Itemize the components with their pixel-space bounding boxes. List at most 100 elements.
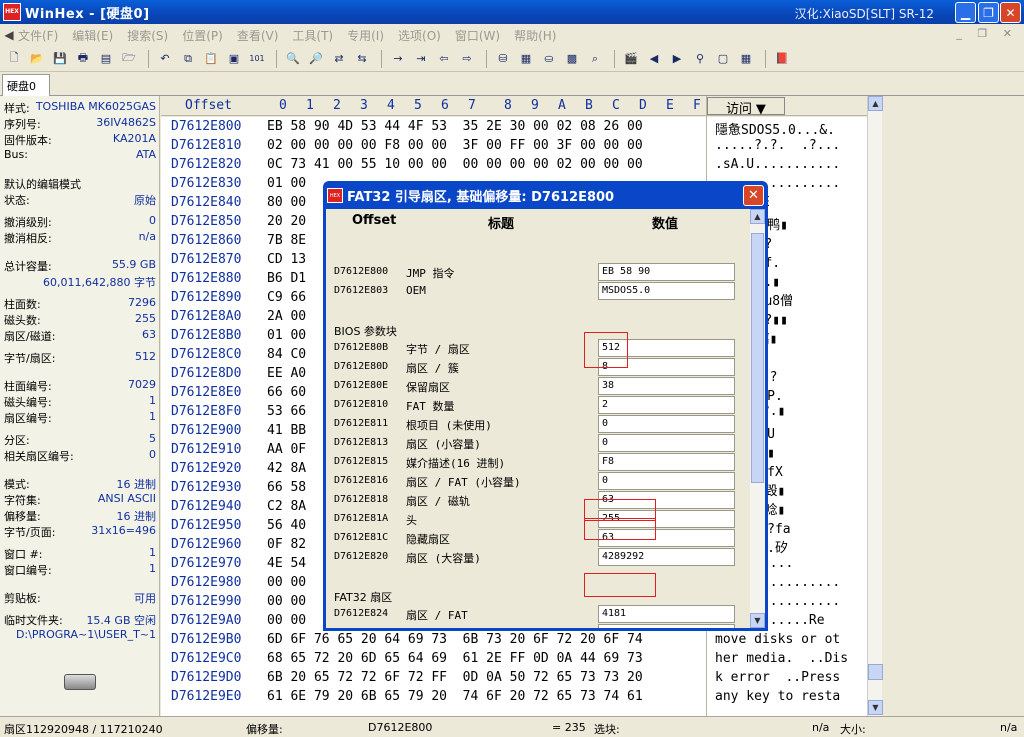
binary-icon[interactable]: 101 bbox=[247, 49, 267, 69]
field-value[interactable]: MSDOS5.0 bbox=[598, 282, 735, 300]
row-hex[interactable]: 61 6E 79 20 6B 65 79 20 74 6F 20 72 65 7… bbox=[267, 689, 643, 704]
hex-row[interactable]: D7612E9E0 61 6E 79 20 6B 65 79 20 74 6F 2… bbox=[161, 689, 867, 708]
row-hex[interactable]: 00 00 bbox=[267, 613, 306, 628]
back-icon[interactable]: ⇦ bbox=[434, 49, 454, 69]
row-hex[interactable]: 01 00 bbox=[267, 176, 306, 191]
row-hex[interactable]: 01 00 bbox=[267, 328, 306, 343]
row-hex[interactable]: 80 00 bbox=[267, 195, 306, 210]
field-value[interactable]: 2 bbox=[598, 396, 735, 414]
row-hex[interactable]: 84 C0 bbox=[267, 347, 306, 362]
menu-help[interactable]: 帮助(H) bbox=[514, 27, 556, 44]
field-value[interactable]: 0 bbox=[598, 415, 735, 433]
field-value[interactable]: EB 58 90 bbox=[598, 263, 735, 281]
mdi-controls[interactable]: _ ❐ ✕ bbox=[956, 27, 1018, 40]
row-hex[interactable]: 66 60 bbox=[267, 385, 306, 400]
menu-view[interactable]: 查看(V) bbox=[237, 27, 279, 44]
menu-tools[interactable]: 工具(T) bbox=[292, 27, 333, 44]
restore-button[interactable]: ❐ bbox=[978, 2, 999, 23]
winhex-app-icon[interactable]: HEX bbox=[3, 3, 21, 21]
undo-icon[interactable]: ↶ bbox=[155, 49, 175, 69]
field-value[interactable]: 0 bbox=[598, 472, 735, 490]
open-file-icon[interactable]: 📂 bbox=[27, 49, 47, 69]
row-text[interactable]: her media. ..Dis bbox=[715, 651, 848, 666]
vertical-scrollbar[interactable]: ▲ ▼ bbox=[867, 96, 883, 716]
menu-window[interactable]: 窗口(W) bbox=[455, 27, 500, 44]
row-hex[interactable]: 56 40 bbox=[267, 518, 306, 533]
row-hex[interactable]: 6D 6F 76 65 20 64 69 73 6B 73 20 6F 72 2… bbox=[267, 632, 643, 647]
menu-search[interactable]: 搜索(S) bbox=[127, 27, 168, 44]
print-icon[interactable]: 🖶 bbox=[73, 49, 93, 69]
row-text[interactable]: .....?.?. .?... bbox=[715, 138, 840, 153]
scroll-thumb[interactable] bbox=[868, 664, 883, 680]
dialog-close-button[interactable]: ✕ bbox=[743, 185, 764, 206]
scroll-up-button[interactable]: ▲ bbox=[868, 96, 883, 111]
row-hex[interactable]: B6 D1 bbox=[267, 271, 306, 286]
help-book-icon[interactable]: 📕 bbox=[772, 49, 792, 69]
media-icon[interactable]: 🎬 bbox=[621, 49, 641, 69]
menu-position[interactable]: 位置(P) bbox=[182, 27, 223, 44]
row-hex[interactable]: CD 13 bbox=[267, 252, 306, 267]
properties-icon[interactable]: ▤ bbox=[96, 49, 116, 69]
field-value[interactable]: 0 bbox=[598, 434, 735, 452]
next-icon[interactable]: ▶ bbox=[667, 49, 687, 69]
scroll-down-button[interactable]: ▼ bbox=[868, 700, 883, 715]
row-hex[interactable]: C2 8A bbox=[267, 499, 306, 514]
forward-icon[interactable]: ⇨ bbox=[457, 49, 477, 69]
menu-edit[interactable]: 编辑(E) bbox=[72, 27, 113, 44]
row-hex[interactable]: 6B 20 65 72 72 6F 72 FF 0D 0A 50 72 65 7… bbox=[267, 670, 643, 685]
paste-icon[interactable]: 📋 bbox=[201, 49, 221, 69]
field-value[interactable]: 4181 bbox=[598, 605, 735, 623]
tab-disk0[interactable]: 硬盘0 bbox=[2, 74, 50, 96]
binoculars-icon[interactable]: ⚲ bbox=[690, 49, 710, 69]
row-text[interactable]: k error ..Press bbox=[715, 670, 840, 685]
row-hex[interactable]: AA 0F bbox=[267, 442, 306, 457]
menu-options[interactable]: 选项(O) bbox=[398, 27, 441, 44]
row-text[interactable]: move disks or ot bbox=[715, 632, 840, 647]
paste-zero-icon[interactable]: ▣ bbox=[224, 49, 244, 69]
row-hex[interactable]: 02 00 00 00 00 F8 00 00 3F 00 FF 00 3F 0… bbox=[267, 138, 643, 153]
row-text[interactable]: any key to resta bbox=[715, 689, 840, 704]
row-hex[interactable]: 00 00 bbox=[267, 575, 306, 590]
field-value[interactable]: F8 bbox=[598, 453, 735, 471]
mdi-doc-icon[interactable]: ◀ bbox=[0, 28, 18, 42]
access-dropdown[interactable]: 访问 ▼ bbox=[707, 97, 785, 117]
hex-row[interactable]: D7612E9D0 6B 20 65 72 72 6F 72 FF 0D 0A 5… bbox=[161, 670, 867, 689]
menu-file[interactable]: 文件(F) bbox=[18, 27, 58, 44]
disk-icon[interactable]: ⛀ bbox=[539, 49, 559, 69]
field-value[interactable]: 0 bbox=[598, 624, 735, 628]
row-hex[interactable]: 42 8A bbox=[267, 461, 306, 476]
menu-specialist[interactable]: 专用(I) bbox=[347, 27, 384, 44]
minimize-button[interactable]: ▁ bbox=[955, 2, 976, 23]
dialog-scrollbar[interactable]: ▲ ▼ bbox=[750, 209, 765, 628]
goto-sector-icon[interactable]: ⇥ bbox=[411, 49, 431, 69]
goto-offset-icon[interactable]: → bbox=[388, 49, 408, 69]
prev-icon[interactable]: ◀ bbox=[644, 49, 664, 69]
field-value[interactable]: 4289292 bbox=[598, 548, 735, 566]
row-hex[interactable]: C9 66 bbox=[267, 290, 306, 305]
hex-row[interactable]: D7612E800 EB 58 90 4D 53 44 4F 53 35 2E 3… bbox=[161, 119, 867, 138]
save-icon[interactable]: 💾 bbox=[50, 49, 70, 69]
magnifier-icon[interactable]: ⌕ bbox=[585, 49, 605, 69]
row-text[interactable]: .sA.U........... bbox=[715, 157, 840, 172]
hex-row[interactable]: D7612E810 02 00 00 00 00 F8 00 00 3F 00 F… bbox=[161, 138, 867, 157]
row-hex[interactable]: 4E 54 bbox=[267, 556, 306, 571]
hex-row[interactable]: D7612E9C0 68 65 72 20 6D 65 64 69 61 2E F… bbox=[161, 651, 867, 670]
row-hex[interactable]: 0F 82 bbox=[267, 537, 306, 552]
field-value[interactable]: 38 bbox=[598, 377, 735, 395]
dialog-scroll-down[interactable]: ▼ bbox=[750, 613, 765, 628]
row-hex[interactable]: EE A0 bbox=[267, 366, 306, 381]
row-hex[interactable]: 7B 8E bbox=[267, 233, 306, 248]
replace-hex-icon[interactable]: ⇆ bbox=[352, 49, 372, 69]
replace-text-icon[interactable]: ⇄ bbox=[329, 49, 349, 69]
row-hex[interactable]: 41 BB bbox=[267, 423, 306, 438]
row-hex[interactable]: 66 58 bbox=[267, 480, 306, 495]
hex-row[interactable]: D7612E820 0C 73 41 00 55 10 00 00 00 00 0… bbox=[161, 157, 867, 176]
row-text[interactable]: 隱惫SDOS5.0...&. bbox=[715, 119, 835, 138]
grid-icon[interactable]: ▦ bbox=[736, 49, 756, 69]
copy-icon[interactable]: ⧉ bbox=[178, 49, 198, 69]
ram-editor-icon[interactable]: ▦ bbox=[516, 49, 536, 69]
calculator-icon[interactable]: ▩ bbox=[562, 49, 582, 69]
dialog-scroll-thumb[interactable] bbox=[751, 233, 764, 483]
row-hex[interactable]: 0C 73 41 00 55 10 00 00 00 00 00 00 02 0… bbox=[267, 157, 643, 172]
find-text-icon[interactable]: 🔍 bbox=[283, 49, 303, 69]
